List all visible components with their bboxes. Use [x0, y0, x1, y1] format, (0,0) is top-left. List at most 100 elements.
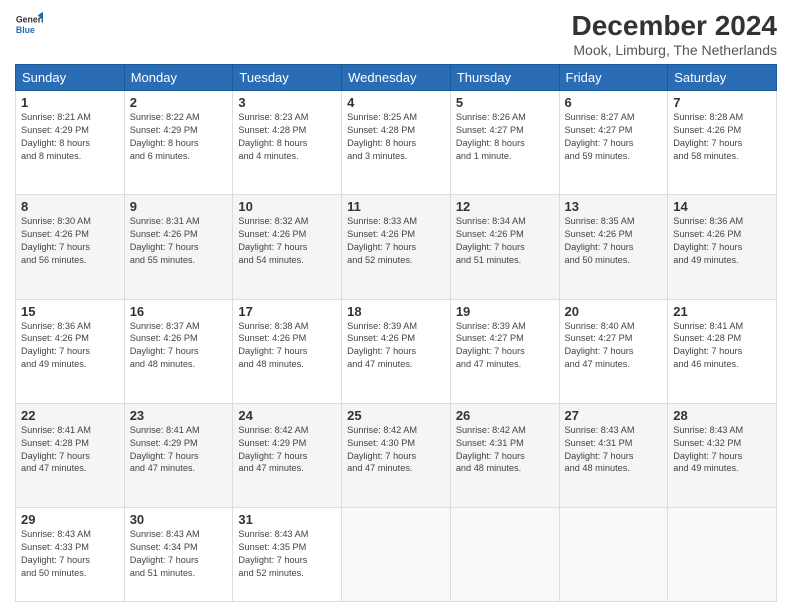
day-number: 19: [456, 304, 554, 319]
day-number: 29: [21, 512, 119, 527]
calendar-cell: 1Sunrise: 8:21 AMSunset: 4:29 PMDaylight…: [16, 91, 125, 195]
logo: GeneralBlue: [15, 10, 43, 38]
cell-info: Sunrise: 8:42 AMSunset: 4:31 PMDaylight:…: [456, 424, 554, 476]
cell-info: Sunrise: 8:32 AMSunset: 4:26 PMDaylight:…: [238, 215, 336, 267]
cell-info: Sunrise: 8:42 AMSunset: 4:30 PMDaylight:…: [347, 424, 445, 476]
page: GeneralBlue December 2024 Mook, Limburg,…: [0, 0, 792, 612]
calendar-cell: 11Sunrise: 8:33 AMSunset: 4:26 PMDayligh…: [342, 195, 451, 299]
header-friday: Friday: [559, 65, 668, 91]
day-number: 1: [21, 95, 119, 110]
cell-info: Sunrise: 8:43 AMSunset: 4:33 PMDaylight:…: [21, 528, 119, 580]
calendar-cell: 2Sunrise: 8:22 AMSunset: 4:29 PMDaylight…: [124, 91, 233, 195]
day-number: 22: [21, 408, 119, 423]
subtitle: Mook, Limburg, The Netherlands: [572, 42, 777, 58]
calendar-cell: 7Sunrise: 8:28 AMSunset: 4:26 PMDaylight…: [668, 91, 777, 195]
cell-info: Sunrise: 8:30 AMSunset: 4:26 PMDaylight:…: [21, 215, 119, 267]
day-number: 24: [238, 408, 336, 423]
cell-info: Sunrise: 8:43 AMSunset: 4:31 PMDaylight:…: [565, 424, 663, 476]
calendar-cell: 25Sunrise: 8:42 AMSunset: 4:30 PMDayligh…: [342, 403, 451, 507]
svg-text:Blue: Blue: [16, 25, 35, 35]
calendar-cell: 8Sunrise: 8:30 AMSunset: 4:26 PMDaylight…: [16, 195, 125, 299]
day-number: 10: [238, 199, 336, 214]
calendar-cell: 26Sunrise: 8:42 AMSunset: 4:31 PMDayligh…: [450, 403, 559, 507]
cell-info: Sunrise: 8:33 AMSunset: 4:26 PMDaylight:…: [347, 215, 445, 267]
cell-info: Sunrise: 8:25 AMSunset: 4:28 PMDaylight:…: [347, 111, 445, 163]
cell-info: Sunrise: 8:43 AMSunset: 4:34 PMDaylight:…: [130, 528, 228, 580]
calendar-cell: 30Sunrise: 8:43 AMSunset: 4:34 PMDayligh…: [124, 508, 233, 602]
cell-info: Sunrise: 8:21 AMSunset: 4:29 PMDaylight:…: [21, 111, 119, 163]
day-number: 13: [565, 199, 663, 214]
calendar-cell: 14Sunrise: 8:36 AMSunset: 4:26 PMDayligh…: [668, 195, 777, 299]
day-number: 25: [347, 408, 445, 423]
header-sunday: Sunday: [16, 65, 125, 91]
cell-info: Sunrise: 8:36 AMSunset: 4:26 PMDaylight:…: [673, 215, 771, 267]
calendar-cell: 16Sunrise: 8:37 AMSunset: 4:26 PMDayligh…: [124, 299, 233, 403]
title-block: December 2024 Mook, Limburg, The Netherl…: [572, 10, 777, 58]
calendar-cell: 20Sunrise: 8:40 AMSunset: 4:27 PMDayligh…: [559, 299, 668, 403]
header-thursday: Thursday: [450, 65, 559, 91]
day-number: 2: [130, 95, 228, 110]
day-number: 16: [130, 304, 228, 319]
calendar-header-row: SundayMondayTuesdayWednesdayThursdayFrid…: [16, 65, 777, 91]
cell-info: Sunrise: 8:27 AMSunset: 4:27 PMDaylight:…: [565, 111, 663, 163]
day-number: 20: [565, 304, 663, 319]
calendar-cell: 13Sunrise: 8:35 AMSunset: 4:26 PMDayligh…: [559, 195, 668, 299]
calendar-cell: [668, 508, 777, 602]
calendar-cell: [559, 508, 668, 602]
cell-info: Sunrise: 8:22 AMSunset: 4:29 PMDaylight:…: [130, 111, 228, 163]
calendar-cell: [450, 508, 559, 602]
calendar-cell: 6Sunrise: 8:27 AMSunset: 4:27 PMDaylight…: [559, 91, 668, 195]
calendar-cell: 29Sunrise: 8:43 AMSunset: 4:33 PMDayligh…: [16, 508, 125, 602]
day-number: 8: [21, 199, 119, 214]
calendar-cell: 4Sunrise: 8:25 AMSunset: 4:28 PMDaylight…: [342, 91, 451, 195]
day-number: 7: [673, 95, 771, 110]
cell-info: Sunrise: 8:35 AMSunset: 4:26 PMDaylight:…: [565, 215, 663, 267]
cell-info: Sunrise: 8:43 AMSunset: 4:35 PMDaylight:…: [238, 528, 336, 580]
cell-info: Sunrise: 8:43 AMSunset: 4:32 PMDaylight:…: [673, 424, 771, 476]
day-number: 5: [456, 95, 554, 110]
day-number: 18: [347, 304, 445, 319]
calendar-cell: 18Sunrise: 8:39 AMSunset: 4:26 PMDayligh…: [342, 299, 451, 403]
calendar-cell: 21Sunrise: 8:41 AMSunset: 4:28 PMDayligh…: [668, 299, 777, 403]
calendar-cell: 19Sunrise: 8:39 AMSunset: 4:27 PMDayligh…: [450, 299, 559, 403]
cell-info: Sunrise: 8:31 AMSunset: 4:26 PMDaylight:…: [130, 215, 228, 267]
cell-info: Sunrise: 8:40 AMSunset: 4:27 PMDaylight:…: [565, 320, 663, 372]
day-number: 4: [347, 95, 445, 110]
header: GeneralBlue December 2024 Mook, Limburg,…: [15, 10, 777, 58]
day-number: 17: [238, 304, 336, 319]
cell-info: Sunrise: 8:36 AMSunset: 4:26 PMDaylight:…: [21, 320, 119, 372]
cell-info: Sunrise: 8:38 AMSunset: 4:26 PMDaylight:…: [238, 320, 336, 372]
calendar-cell: 28Sunrise: 8:43 AMSunset: 4:32 PMDayligh…: [668, 403, 777, 507]
cell-info: Sunrise: 8:23 AMSunset: 4:28 PMDaylight:…: [238, 111, 336, 163]
calendar-cell: 22Sunrise: 8:41 AMSunset: 4:28 PMDayligh…: [16, 403, 125, 507]
calendar-cell: 24Sunrise: 8:42 AMSunset: 4:29 PMDayligh…: [233, 403, 342, 507]
cell-info: Sunrise: 8:41 AMSunset: 4:29 PMDaylight:…: [130, 424, 228, 476]
calendar-cell: 9Sunrise: 8:31 AMSunset: 4:26 PMDaylight…: [124, 195, 233, 299]
logo-icon: GeneralBlue: [15, 10, 43, 38]
header-monday: Monday: [124, 65, 233, 91]
calendar-table: SundayMondayTuesdayWednesdayThursdayFrid…: [15, 64, 777, 602]
calendar-cell: 12Sunrise: 8:34 AMSunset: 4:26 PMDayligh…: [450, 195, 559, 299]
day-number: 26: [456, 408, 554, 423]
day-number: 28: [673, 408, 771, 423]
day-number: 6: [565, 95, 663, 110]
calendar-cell: 31Sunrise: 8:43 AMSunset: 4:35 PMDayligh…: [233, 508, 342, 602]
cell-info: Sunrise: 8:41 AMSunset: 4:28 PMDaylight:…: [673, 320, 771, 372]
cell-info: Sunrise: 8:28 AMSunset: 4:26 PMDaylight:…: [673, 111, 771, 163]
cell-info: Sunrise: 8:42 AMSunset: 4:29 PMDaylight:…: [238, 424, 336, 476]
calendar-cell: 3Sunrise: 8:23 AMSunset: 4:28 PMDaylight…: [233, 91, 342, 195]
header-tuesday: Tuesday: [233, 65, 342, 91]
calendar-cell: 10Sunrise: 8:32 AMSunset: 4:26 PMDayligh…: [233, 195, 342, 299]
cell-info: Sunrise: 8:41 AMSunset: 4:28 PMDaylight:…: [21, 424, 119, 476]
header-saturday: Saturday: [668, 65, 777, 91]
day-number: 3: [238, 95, 336, 110]
day-number: 12: [456, 199, 554, 214]
calendar-cell: [342, 508, 451, 602]
day-number: 21: [673, 304, 771, 319]
header-wednesday: Wednesday: [342, 65, 451, 91]
calendar-cell: 5Sunrise: 8:26 AMSunset: 4:27 PMDaylight…: [450, 91, 559, 195]
calendar-cell: 23Sunrise: 8:41 AMSunset: 4:29 PMDayligh…: [124, 403, 233, 507]
cell-info: Sunrise: 8:34 AMSunset: 4:26 PMDaylight:…: [456, 215, 554, 267]
day-number: 23: [130, 408, 228, 423]
day-number: 9: [130, 199, 228, 214]
